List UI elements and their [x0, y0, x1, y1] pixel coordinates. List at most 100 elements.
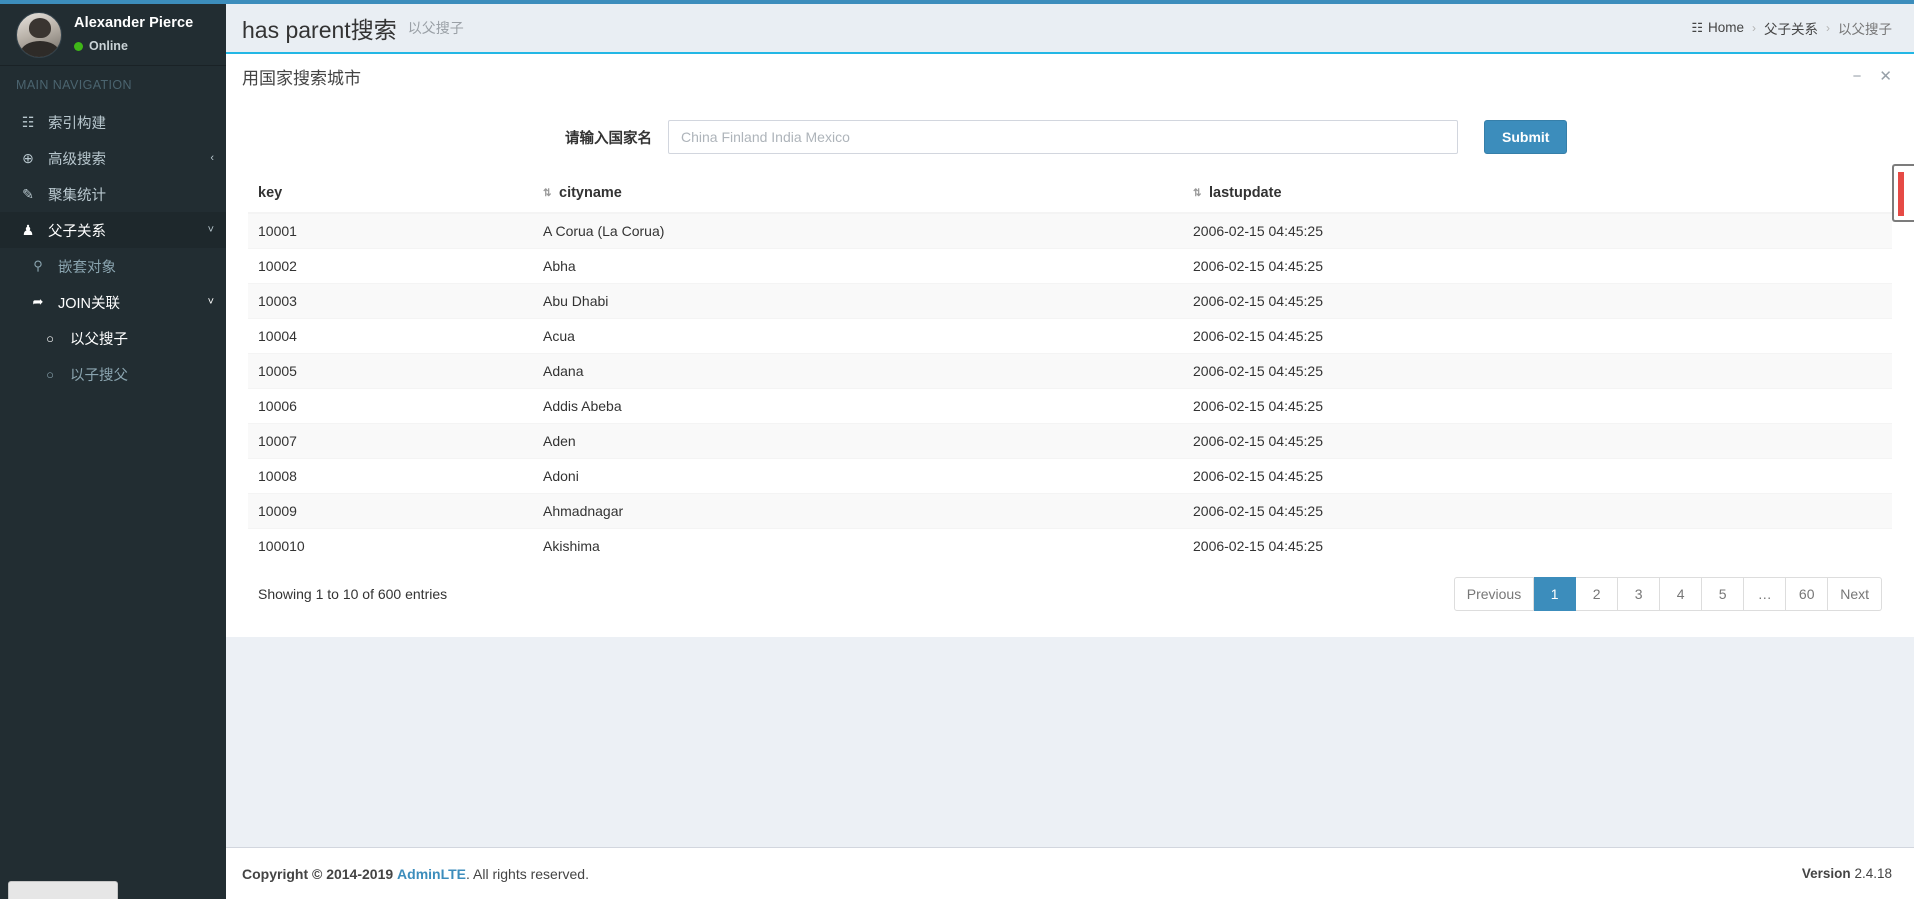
cell-key: 10008 — [248, 458, 533, 494]
sidebar-item-join[interactable]: ➦ JOIN关联 ˅ — [0, 284, 226, 320]
table-footer: Showing 1 to 10 of 600 entries Previous … — [248, 563, 1892, 627]
sidebar-subitem-label: 以父搜子 — [70, 331, 128, 348]
sidebar-item-index-build[interactable]: ☷ 索引构建 — [0, 104, 226, 140]
download-status-bar[interactable] — [8, 881, 118, 899]
adminlte-link[interactable]: AdminLTE — [397, 866, 466, 882]
cell-key: 10003 — [248, 283, 533, 319]
calendar-icon: ☷ — [21, 113, 35, 130]
country-search-input[interactable] — [668, 120, 1458, 154]
cell-key: 10002 — [248, 248, 533, 284]
sidebar-item-aggregation-stats[interactable]: ✎ 聚集统计 — [0, 176, 226, 212]
cell-lastupdate: 2006-02-15 04:45:25 — [1183, 423, 1892, 459]
table-row[interactable]: 10008 Adoni 2006-02-15 04:45:25 — [248, 458, 1892, 494]
sidebar-subitem-label: 嵌套对象 — [58, 259, 116, 276]
table-body: 10001 A Corua (La Corua) 2006-02-15 04:4… — [248, 212, 1892, 563]
chevron-down-icon: ˅ — [207, 296, 214, 308]
cell-key: 10004 — [248, 318, 533, 354]
sidebar-item-advanced-search[interactable]: ⊕ 高级搜索 ‹ — [0, 140, 226, 176]
table-row[interactable]: 100010 Akishima 2006-02-15 04:45:25 — [248, 528, 1892, 563]
close-icon[interactable]: ✕ — [1879, 67, 1892, 85]
content-header: has parent搜索 以父搜子 ☷ Home › 父子关系 › 以父搜子 — [226, 4, 1914, 54]
cell-lastupdate: 2006-02-15 04:45:25 — [1183, 318, 1892, 354]
cell-lastupdate: 2006-02-15 04:45:25 — [1183, 458, 1892, 494]
submit-button[interactable]: Submit — [1484, 120, 1568, 154]
sort-icon: ⇅ — [543, 188, 552, 199]
pagination: Previous 1 2 3 4 5 … 60 Next — [1453, 577, 1882, 611]
version-label: Version — [1801, 866, 1851, 881]
table-row[interactable]: 10004 Acua 2006-02-15 04:45:25 — [248, 318, 1892, 354]
table-row[interactable]: 10007 Aden 2006-02-15 04:45:25 — [248, 423, 1892, 459]
cell-cityname: Adoni — [533, 458, 1183, 494]
pagination-page-3[interactable]: 3 — [1618, 577, 1661, 611]
table-row[interactable]: 10006 Addis Abeba 2006-02-15 04:45:25 — [248, 388, 1892, 424]
sidebar-item-label: 聚集统计 — [48, 187, 106, 204]
cell-cityname: Acua — [533, 318, 1183, 354]
online-status-icon — [74, 41, 83, 51]
box-header: 用国家搜索城市 − ✕ — [226, 54, 1914, 98]
breadcrumb-current: 以父搜子 — [1838, 22, 1892, 37]
version-number: 2.4.18 — [1854, 866, 1892, 881]
minimize-icon[interactable]: − — [1853, 68, 1862, 85]
pagination-page-4[interactable]: 4 — [1660, 577, 1703, 611]
sidebar-subitem-label: 以子搜父 — [70, 367, 128, 384]
sidebar-item-label: 高级搜索 — [48, 151, 106, 168]
sidebar-item-label: 父子关系 — [48, 223, 106, 240]
pagination-page-5[interactable]: 5 — [1702, 577, 1745, 611]
sidebar-item-has-parent[interactable]: ○ 以父搜子 — [0, 320, 226, 356]
table-row[interactable]: 10002 Abha 2006-02-15 04:45:25 — [248, 248, 1892, 284]
cell-cityname: Aden — [533, 423, 1183, 459]
box-tools: − ✕ — [1853, 67, 1892, 86]
share-arrow-icon: ➦ — [32, 294, 44, 309]
sidebar-item-parent-child[interactable]: ♟ 父子关系 ˅ — [0, 212, 226, 248]
table-row[interactable]: 10005 Adana 2006-02-15 04:45:25 — [248, 353, 1892, 389]
user-name: Alexander Pierce — [74, 15, 194, 32]
edit-icon: ✎ — [22, 185, 34, 202]
sidebar-item-nested-object[interactable]: ⚲ 嵌套对象 — [0, 248, 226, 284]
sidebar: Alexander Pierce Online MAIN NAVIGATION … — [0, 4, 226, 899]
search-form: 请输入国家名 Submit — [248, 120, 1892, 154]
circle-icon: ○ — [46, 330, 54, 346]
showing-entries-info: Showing 1 to 10 of 600 entries — [258, 586, 448, 602]
box-body: 请输入国家名 Submit key ⇅ cityname ⇅ lastupdate — [226, 98, 1914, 637]
column-header-lastupdate[interactable]: ⇅ lastupdate — [1183, 176, 1892, 214]
pagination-page-2[interactable]: 2 — [1576, 577, 1619, 611]
footer-copyright: Copyright © 2014-2019 AdminLTE. All righ… — [242, 866, 589, 882]
column-header-label: cityname — [559, 185, 622, 201]
table-row[interactable]: 10001 A Corua (La Corua) 2006-02-15 04:4… — [248, 212, 1892, 249]
breadcrumb-home-label: Home — [1707, 20, 1744, 35]
column-header-label: key — [258, 185, 283, 201]
breadcrumb-separator-icon: › — [1752, 21, 1756, 35]
search-plus-icon: ⊕ — [22, 149, 34, 166]
column-header-key[interactable]: key — [248, 176, 533, 214]
nav-section-header: MAIN NAVIGATION — [16, 78, 132, 92]
pagination-ellipsis: … — [1744, 577, 1787, 611]
cell-lastupdate: 2006-02-15 04:45:25 — [1183, 353, 1892, 389]
cell-cityname: Ahmadnagar — [533, 493, 1183, 529]
cell-key: 10007 — [248, 423, 533, 459]
footer-version: Version 2.4.18 — [1802, 866, 1892, 881]
table-row[interactable]: 10003 Abu Dhabi 2006-02-15 04:45:25 — [248, 283, 1892, 319]
sidebar-subitem-label: JOIN关联 — [58, 295, 121, 312]
footer-copyright-suffix: . All rights reserved. — [466, 865, 589, 882]
edge-panel-widget[interactable] — [1892, 164, 1914, 222]
sidebar-item-has-child[interactable]: ○ 以子搜父 — [0, 356, 226, 392]
cell-cityname: Addis Abeba — [533, 388, 1183, 424]
pagination-previous[interactable]: Previous — [1453, 577, 1535, 611]
breadcrumb-home[interactable]: ☷ Home — [1691, 20, 1744, 36]
breadcrumb-level2[interactable]: 父子关系 — [1764, 18, 1818, 38]
user-status: Online — [74, 38, 193, 55]
column-header-cityname[interactable]: ⇅ cityname — [533, 176, 1183, 214]
pagination-page-1[interactable]: 1 — [1534, 577, 1577, 611]
users-icon: ♟ — [21, 221, 35, 238]
sidebar-item-label: 索引构建 — [48, 115, 106, 132]
content-wrapper: has parent搜索 以父搜子 ☷ Home › 父子关系 › 以父搜子 用国… — [226, 4, 1914, 899]
cell-cityname: Abha — [533, 248, 1183, 284]
table-row[interactable]: 10009 Ahmadnagar 2006-02-15 04:45:25 — [248, 493, 1892, 529]
pagination-next[interactable]: Next — [1828, 577, 1882, 611]
cell-key: 10006 — [248, 388, 533, 424]
cell-key: 10009 — [248, 493, 533, 529]
avatar — [16, 11, 62, 58]
user-status-label: Online — [89, 38, 128, 53]
pagination-page-60[interactable]: 60 — [1786, 577, 1829, 611]
circle-icon: ○ — [46, 366, 54, 382]
